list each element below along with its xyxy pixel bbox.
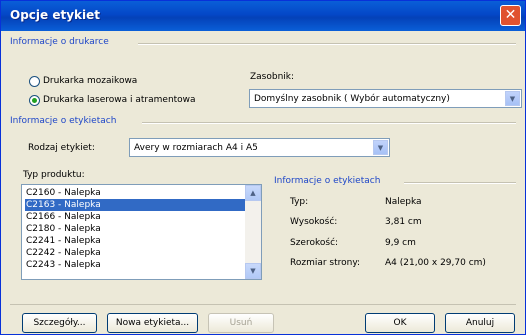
- tray-label: Zasobnik:: [250, 72, 295, 82]
- laser-printer-radio[interactable]: [29, 95, 40, 106]
- chevron-down-icon[interactable]: ▼: [373, 140, 388, 155]
- product-list[interactable]: C2160 - Nalepka C2163 - Nalepka C2166 - …: [21, 184, 262, 280]
- list-item[interactable]: C2180 - Nalepka: [25, 223, 247, 235]
- dialog-title: Opcje etykiet: [10, 8, 100, 22]
- type-label: Typ:: [290, 197, 309, 207]
- laser-printer-label[interactable]: Drukarka laserowa i atramentowa: [43, 95, 196, 105]
- new-label-button[interactable]: Nowa etykieta...: [107, 313, 198, 333]
- ok-button[interactable]: OK: [365, 313, 435, 333]
- cancel-button[interactable]: Anuluj: [445, 313, 515, 333]
- label-info-heading: Informacje o etykietach: [10, 116, 117, 126]
- chevron-down-icon[interactable]: ▼: [505, 91, 520, 106]
- list-scrollbar[interactable]: ▲ ▼: [245, 185, 261, 279]
- label-details-divider: [404, 182, 516, 184]
- product-type-label: Typ produktu:: [23, 170, 85, 180]
- list-item[interactable]: C2243 - Nalepka: [25, 259, 247, 271]
- vendor-value: Avery w rozmiarach A4 i A5: [134, 143, 258, 153]
- type-value: Nalepka: [385, 197, 422, 207]
- continuous-printer-label[interactable]: Drukarka mozaikowa: [43, 76, 137, 86]
- printer-info-heading: Informacje o drukarce: [10, 37, 109, 47]
- close-icon[interactable]: ✕: [500, 5, 521, 26]
- list-item[interactable]: C2242 - Nalepka: [25, 247, 247, 259]
- tray-select[interactable]: Domyślny zasobnik ( Wybór automatyczny) …: [249, 89, 522, 108]
- list-item[interactable]: C2166 - Nalepka: [25, 211, 247, 223]
- delete-button[interactable]: Usuń: [208, 313, 274, 333]
- list-item[interactable]: C2160 - Nalepka: [25, 187, 247, 199]
- page-size-value: A4 (21,00 x 29,70 cm): [385, 258, 486, 268]
- label-details-heading: Informacje o etykietach: [274, 176, 381, 186]
- arrow-down-icon[interactable]: ▼: [245, 263, 261, 279]
- width-value: 9,9 cm: [385, 238, 416, 248]
- continuous-printer-radio[interactable]: [29, 76, 40, 87]
- printer-info-divider: [138, 43, 516, 45]
- tray-value: Domyślny zasobnik ( Wybór automatyczny): [254, 94, 450, 104]
- vendor-select[interactable]: Avery w rozmiarach A4 i A5 ▼: [129, 138, 390, 157]
- width-label: Szerokość:: [290, 238, 339, 248]
- title-bar[interactable]: Opcje etykiet ✕: [1, 1, 525, 31]
- footer-divider: [10, 304, 516, 305]
- height-value: 3,81 cm: [385, 217, 422, 227]
- list-item[interactable]: C2241 - Nalepka: [25, 235, 247, 247]
- arrow-up-icon[interactable]: ▲: [245, 185, 261, 201]
- page-size-label: Rozmiar strony:: [290, 258, 361, 268]
- vendor-label: Rodzaj etykiet:: [28, 143, 95, 153]
- label-info-divider: [142, 122, 516, 124]
- details-button[interactable]: Szczegóły...: [22, 313, 97, 333]
- label-options-dialog: Opcje etykiet ✕ Informacje o drukarce Dr…: [0, 0, 526, 335]
- list-item-selected[interactable]: C2163 - Nalepka: [25, 199, 247, 211]
- height-label: Wysokość:: [290, 217, 338, 227]
